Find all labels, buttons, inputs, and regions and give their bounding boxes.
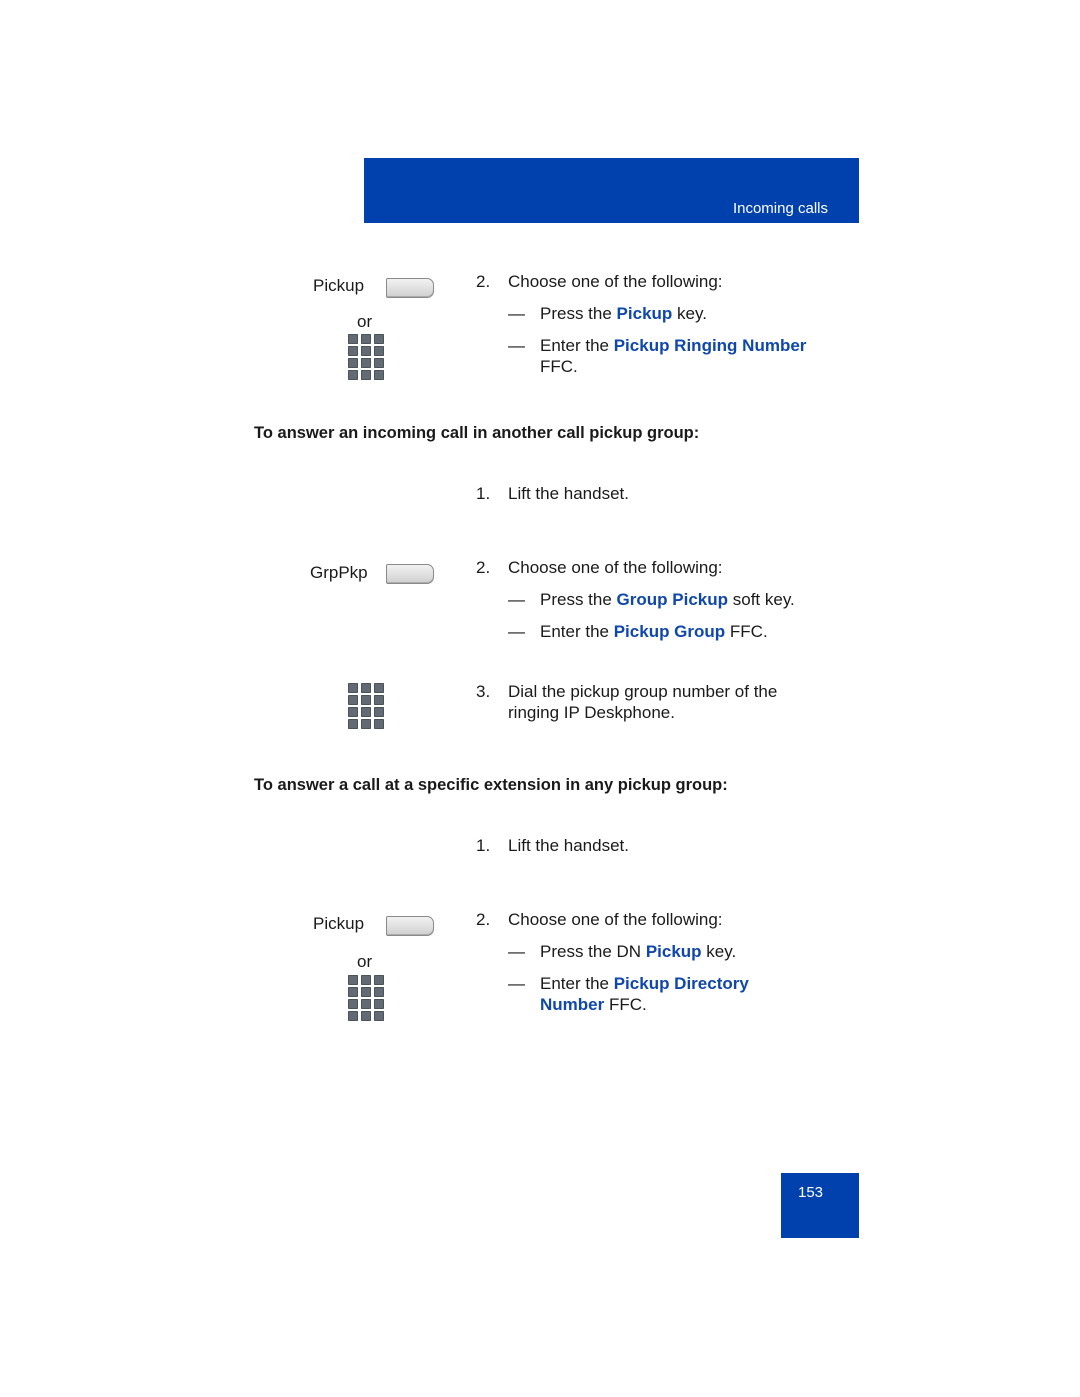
keyword: Pickup Group	[613, 622, 726, 641]
pickup-softkey-label: Pickup	[313, 914, 365, 933]
page-number-box: 153	[781, 1173, 859, 1238]
dialpad-icon	[348, 683, 384, 731]
section-heading: To answer a call at a specific extension…	[254, 776, 728, 794]
keyword: Pickup	[616, 304, 673, 323]
or-label: or	[357, 312, 373, 331]
section-title: Incoming calls	[732, 200, 828, 217]
grppkp-softkey-label: GrpPkp	[310, 563, 368, 582]
grppkp-softkey-icon	[386, 564, 434, 584]
page-number: 153	[798, 1184, 824, 1201]
keyword: Pickup Directory	[613, 974, 749, 993]
or-label: or	[357, 952, 373, 971]
pickup-softkey-icon	[386, 278, 434, 298]
pickup-softkey-label: Pickup	[313, 276, 365, 295]
keyword: Number	[540, 995, 605, 1014]
keyword: Pickup Ringing Number	[613, 336, 807, 355]
header-band: Incoming calls	[364, 158, 859, 223]
keyword: Group Pickup	[616, 590, 729, 609]
section-heading: To answer an incoming call in another ca…	[254, 424, 700, 442]
keyword: Pickup	[645, 942, 702, 961]
dialpad-icon	[348, 975, 384, 1023]
pickup-softkey-icon	[386, 916, 434, 936]
dialpad-icon	[348, 334, 384, 382]
